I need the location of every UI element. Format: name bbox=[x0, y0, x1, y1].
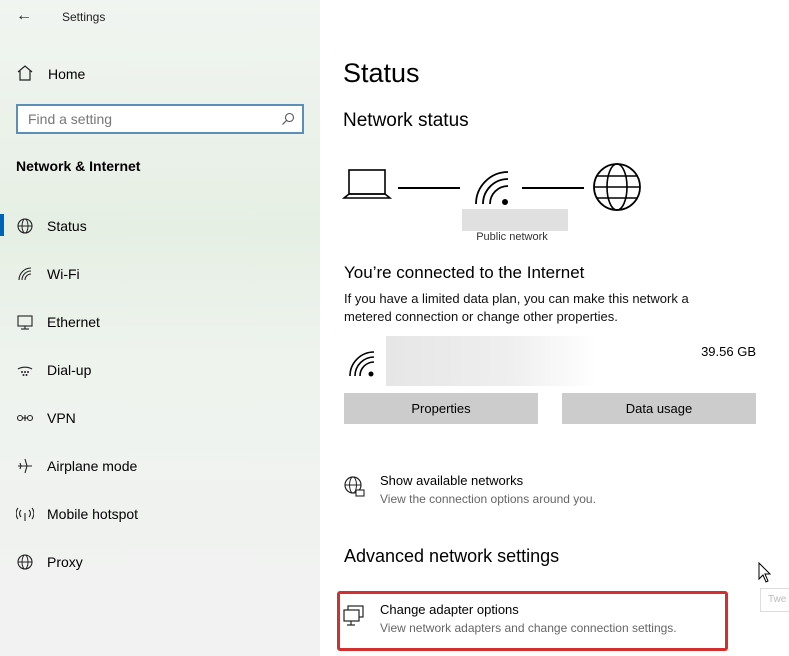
mouse-cursor-icon bbox=[758, 562, 772, 583]
sidebar-nav: Status Wi-Fi Ethernet Dial-up VPN Airpla… bbox=[0, 208, 320, 592]
link-title: Change adapter options bbox=[380, 602, 519, 617]
page-title: Status bbox=[343, 58, 420, 88]
home-label: Home bbox=[48, 66, 86, 82]
sidebar-item-status[interactable]: Status bbox=[0, 208, 320, 256]
vpn-icon bbox=[16, 414, 34, 422]
connected-description: If you have a limited data plan, you can… bbox=[344, 290, 764, 326]
globe-icon bbox=[17, 554, 33, 570]
network-status-heading: Network status bbox=[343, 110, 469, 131]
link-title: Show available networks bbox=[380, 473, 524, 488]
globe-icon bbox=[17, 218, 33, 234]
network-adapter-icon bbox=[343, 605, 364, 626]
sidebar-item-label: VPN bbox=[47, 410, 76, 426]
wifi-icon bbox=[475, 171, 509, 205]
current-network-row: 39.56 GB bbox=[344, 336, 756, 388]
sidebar-item-ethernet[interactable]: Ethernet bbox=[0, 304, 320, 352]
app-title: Settings bbox=[62, 10, 106, 24]
wifi-icon bbox=[18, 267, 32, 281]
dialup-icon bbox=[17, 366, 33, 376]
data-usage-amount: 39.56 GB bbox=[701, 344, 756, 359]
advanced-settings-heading: Advanced network settings bbox=[344, 546, 560, 566]
network-name-redacted bbox=[462, 209, 568, 231]
sidebar-item-dialup[interactable]: Dial-up bbox=[0, 352, 320, 400]
sidebar-item-label: Status bbox=[47, 218, 87, 234]
description-line: If you have a limited data plan, you can… bbox=[344, 291, 689, 306]
laptop-icon bbox=[342, 169, 392, 199]
ethernet-icon bbox=[17, 315, 33, 330]
show-available-networks-link[interactable]: Show available networks View the connect… bbox=[342, 473, 742, 517]
data-usage-button[interactable]: Data usage bbox=[562, 393, 756, 424]
sidebar-item-vpn[interactable]: VPN bbox=[0, 400, 320, 448]
hotspot-icon bbox=[16, 507, 34, 521]
properties-button[interactable]: Properties bbox=[344, 393, 538, 424]
sidebar-item-airplane[interactable]: Airplane mode bbox=[0, 448, 320, 496]
home-nav-item[interactable]: Home bbox=[0, 58, 320, 88]
sidebar-item-proxy[interactable]: Proxy bbox=[0, 544, 320, 592]
sidebar-item-label: Proxy bbox=[47, 554, 83, 570]
sidebar-item-mobile-hotspot[interactable]: Mobile hotspot bbox=[0, 496, 320, 544]
connected-heading: You’re connected to the Internet bbox=[344, 263, 585, 282]
main-content: Status Network status Public network You… bbox=[320, 0, 789, 656]
back-arrow-icon[interactable]: ← bbox=[12, 6, 36, 26]
sidebar-item-label: Mobile hotspot bbox=[47, 506, 139, 522]
tooltip: Twe bbox=[760, 588, 789, 612]
description-line: metered connection or change other prope… bbox=[344, 309, 618, 324]
sidebar-item-wifi[interactable]: Wi-Fi bbox=[0, 256, 320, 304]
search-icon[interactable] bbox=[281, 112, 295, 126]
connection-line bbox=[398, 187, 460, 189]
sidebar-item-label: Airplane mode bbox=[47, 458, 138, 474]
wifi-icon bbox=[349, 351, 375, 377]
airplane-icon bbox=[18, 458, 32, 474]
sidebar: ← Settings Home Network & Internet Statu… bbox=[0, 0, 320, 656]
globe-network-icon bbox=[344, 476, 365, 497]
search-box[interactable] bbox=[16, 104, 304, 134]
link-subtitle: View network adapters and change connect… bbox=[380, 621, 677, 635]
sidebar-item-label: Ethernet bbox=[47, 314, 100, 330]
title-bar: ← Settings bbox=[0, 0, 320, 34]
change-adapter-options-link[interactable]: Change adapter options View network adap… bbox=[342, 602, 742, 646]
network-name-redacted bbox=[386, 336, 596, 386]
network-type-label: Public network bbox=[476, 231, 548, 243]
sidebar-item-label: Dial-up bbox=[47, 362, 92, 378]
sidebar-item-label: Wi-Fi bbox=[47, 266, 80, 282]
home-icon bbox=[17, 65, 33, 81]
network-diagram: Public network bbox=[342, 160, 642, 245]
link-subtitle: View the connection options around you. bbox=[380, 492, 596, 506]
connection-line bbox=[522, 187, 584, 189]
section-title: Network & Internet bbox=[16, 158, 141, 174]
globe-icon bbox=[593, 163, 641, 211]
search-input[interactable] bbox=[18, 106, 258, 132]
